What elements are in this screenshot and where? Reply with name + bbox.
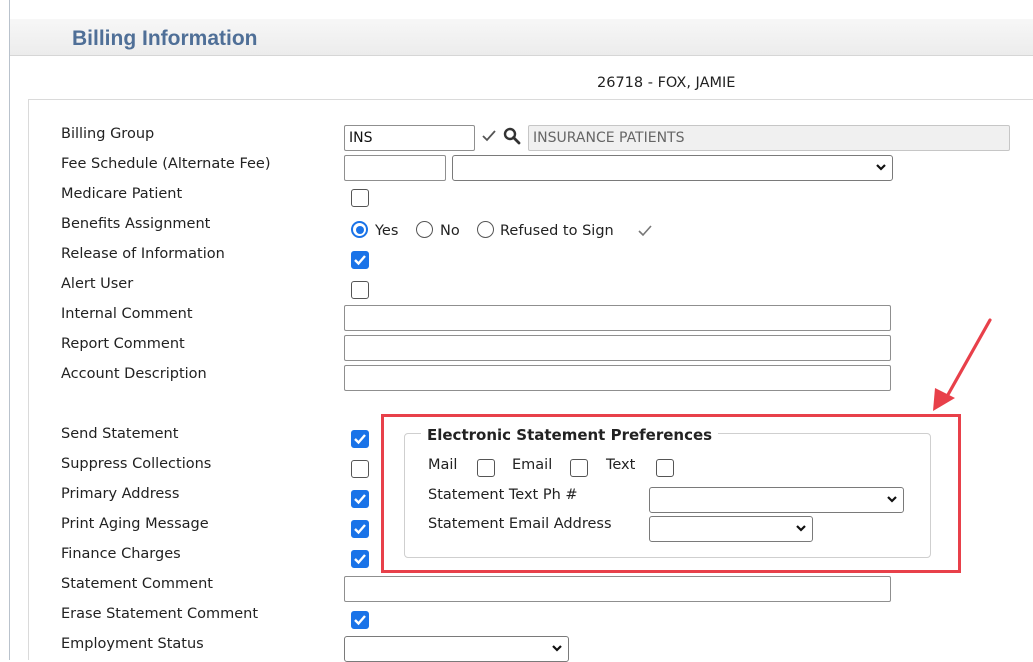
release-of-information-checkbox[interactable] xyxy=(351,251,369,269)
medicare-patient-checkbox[interactable] xyxy=(351,189,369,207)
checkmark-icon xyxy=(354,494,366,505)
alert-user-checkbox[interactable] xyxy=(351,281,369,299)
checkmark-icon xyxy=(354,615,366,626)
report-comment-label: Report Comment xyxy=(61,336,185,352)
send-statement-checkbox[interactable] xyxy=(351,430,369,448)
chevron-down-icon xyxy=(552,645,562,652)
checkmark-icon xyxy=(354,255,366,266)
benefits-refused-radio[interactable] xyxy=(477,221,494,238)
billing-group-label: Billing Group xyxy=(61,126,155,142)
benefits-assignment-label: Benefits Assignment xyxy=(61,216,211,232)
benefits-refused-label: Refused to Sign xyxy=(500,223,614,239)
billing-group-description xyxy=(528,125,1010,151)
fee-schedule-select[interactable] xyxy=(452,155,893,181)
employment-status-select[interactable] xyxy=(344,636,569,662)
erase-statement-comment-label: Erase Statement Comment xyxy=(61,606,259,622)
annotation-arrow-icon xyxy=(933,318,992,411)
erase-statement-comment-checkbox[interactable] xyxy=(351,611,369,629)
primary-address-label: Primary Address xyxy=(61,486,180,502)
benefits-yes-label: Yes xyxy=(375,223,399,239)
title-bar: Billing Information xyxy=(10,19,1033,56)
highlight-box xyxy=(381,414,961,573)
check-icon[interactable] xyxy=(638,225,652,237)
page-title: Billing Information xyxy=(72,27,258,50)
report-comment-input[interactable] xyxy=(344,335,891,361)
benefits-no-label: No xyxy=(440,223,460,239)
medicare-patient-label: Medicare Patient xyxy=(61,186,183,202)
search-icon[interactable] xyxy=(503,127,521,145)
release-of-information-label: Release of Information xyxy=(61,246,225,262)
primary-address-checkbox[interactable] xyxy=(351,490,369,508)
internal-comment-input[interactable] xyxy=(344,305,891,331)
statement-comment-input[interactable] xyxy=(344,576,891,602)
employment-status-label: Employment Status xyxy=(61,636,204,652)
account-description-input[interactable] xyxy=(344,365,891,391)
finance-charges-label: Finance Charges xyxy=(61,546,181,562)
statement-comment-label: Statement Comment xyxy=(61,576,213,592)
checkmark-icon xyxy=(354,524,366,535)
account-description-label: Account Description xyxy=(61,366,207,382)
suppress-collections-checkbox[interactable] xyxy=(351,460,369,478)
benefits-no-radio[interactable] xyxy=(416,221,433,238)
finance-charges-checkbox[interactable] xyxy=(351,550,369,568)
suppress-collections-label: Suppress Collections xyxy=(61,456,212,472)
fee-schedule-label: Fee Schedule (Alternate Fee) xyxy=(61,156,271,172)
print-aging-message-label: Print Aging Message xyxy=(61,516,209,532)
alert-user-label: Alert User xyxy=(61,276,134,292)
check-icon[interactable] xyxy=(482,130,496,142)
benefits-yes-radio[interactable] xyxy=(351,221,368,238)
chevron-down-icon xyxy=(876,164,886,171)
checkmark-icon xyxy=(354,554,366,565)
checkmark-icon xyxy=(354,434,366,445)
print-aging-message-checkbox[interactable] xyxy=(351,520,369,538)
billing-group-code-input[interactable] xyxy=(344,125,475,151)
send-statement-label: Send Statement xyxy=(61,426,179,442)
patient-header: 26718 - FOX, JAMIE xyxy=(597,75,736,91)
fee-schedule-code-input[interactable] xyxy=(344,155,446,181)
internal-comment-label: Internal Comment xyxy=(61,306,193,322)
